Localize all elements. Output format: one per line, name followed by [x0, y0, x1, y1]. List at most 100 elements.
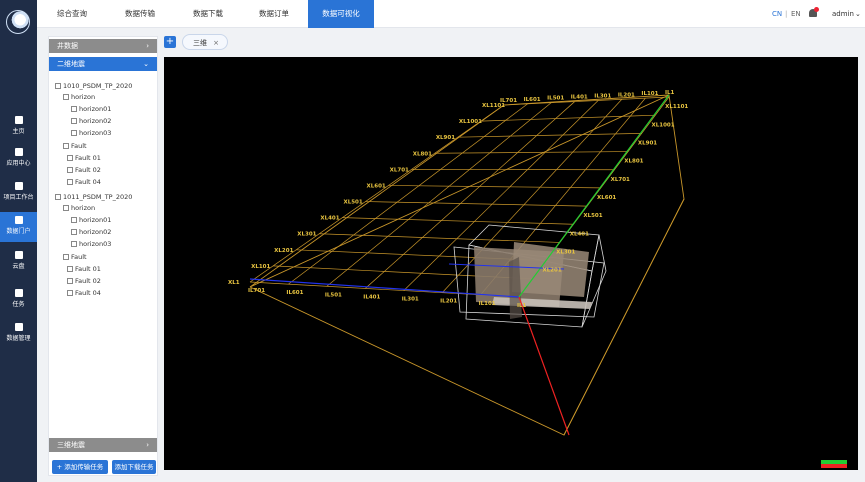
- rail-label: 项目工作台: [3, 194, 34, 201]
- rail-item-data-management[interactable]: 数据管理: [0, 319, 37, 349]
- checkbox[interactable]: [71, 241, 77, 247]
- z-axis-line: [518, 296, 570, 436]
- user-name[interactable]: admin: [832, 0, 854, 28]
- lang-en[interactable]: EN: [791, 0, 801, 28]
- tree-label: horizon: [71, 93, 96, 101]
- well-data-header[interactable]: 井数据 ›: [49, 39, 157, 53]
- axis-tick-label: XL1: [228, 280, 240, 286]
- tree-label: horizon02: [79, 117, 112, 125]
- rail-label: 主页: [12, 128, 25, 135]
- tree-label: 1011_PSDM_TP_2020: [63, 193, 133, 201]
- tree-label: Fault 01: [75, 265, 101, 273]
- axis-tick-label: XL201: [274, 248, 293, 254]
- axis-tick-label: IL101: [479, 301, 496, 307]
- tab-download[interactable]: 数据下载: [173, 0, 243, 28]
- tree-label: horizon01: [79, 216, 112, 224]
- lang-cn[interactable]: CN: [772, 0, 782, 28]
- tab-transfer[interactable]: 数据传输: [105, 0, 175, 28]
- tree-item[interactable]: horizon02: [71, 115, 111, 127]
- checkbox[interactable]: [67, 155, 73, 161]
- axis-tick-label: XL901: [436, 135, 455, 141]
- checkbox[interactable]: [71, 217, 77, 223]
- axis-tick-label: IL601: [524, 97, 541, 103]
- rail-item-home[interactable]: 主页: [0, 112, 37, 142]
- tree-item[interactable]: horizon03: [71, 238, 111, 250]
- tree-item[interactable]: horizon: [63, 202, 95, 214]
- axis-tick-label: IL1: [665, 90, 675, 96]
- tree-label: Fault: [71, 142, 87, 150]
- tree-item[interactable]: horizon01: [71, 214, 111, 226]
- axis-tick-label: IL301: [594, 93, 611, 99]
- rail-item-cloud-disk[interactable]: 云盘: [0, 247, 37, 277]
- add-transfer-task-button[interactable]: + 添加传输任务: [52, 460, 108, 474]
- checkbox[interactable]: [67, 290, 73, 296]
- rail-item-tasks[interactable]: 任务: [0, 285, 37, 315]
- tree-item[interactable]: Fault 02: [67, 275, 101, 287]
- checkbox[interactable]: [63, 205, 69, 211]
- axis-tick-label: XL701: [390, 167, 409, 173]
- tab-query[interactable]: 综合查询: [37, 0, 107, 28]
- rail-item-data-portal[interactable]: 数据门户: [0, 212, 37, 242]
- axis-tick-label: IL401: [571, 95, 588, 101]
- axis-tick-label: XL301: [297, 232, 316, 238]
- header-label: 井数据: [57, 42, 78, 50]
- tree-label: Fault 02: [75, 277, 101, 285]
- tree-item[interactable]: horizon: [63, 91, 95, 103]
- checkbox[interactable]: [63, 94, 69, 100]
- tree-item[interactable]: Fault 01: [67, 263, 101, 275]
- tree-item[interactable]: Fault: [63, 251, 87, 263]
- tree-label: Fault 04: [75, 289, 101, 297]
- tree-label: horizon01: [79, 105, 112, 113]
- axis-tick-label: XL1001: [459, 119, 482, 125]
- tree-label: horizon03: [79, 240, 112, 248]
- checkbox[interactable]: [55, 194, 61, 200]
- tree-item[interactable]: Fault 02: [67, 164, 101, 176]
- tree-label: Fault: [71, 253, 87, 261]
- tree-item[interactable]: Fault: [63, 140, 87, 152]
- tree-item[interactable]: horizon01: [71, 103, 111, 115]
- seismic-2d-header[interactable]: 二维地震 ⌄: [49, 57, 157, 71]
- axis-tick-label: XL901: [638, 140, 657, 146]
- chevron-down-icon[interactable]: ⌄: [855, 0, 861, 28]
- tree-item[interactable]: horizon02: [71, 226, 111, 238]
- tab-3d-view[interactable]: 三维 ×: [182, 34, 228, 50]
- tab-label: 三维: [193, 39, 207, 47]
- checkbox[interactable]: [67, 179, 73, 185]
- apps-icon: [14, 148, 23, 156]
- axis-tick-label: IL501: [325, 292, 342, 298]
- tab-visualization[interactable]: 数据可视化: [308, 0, 374, 28]
- checkbox[interactable]: [55, 83, 61, 89]
- checkbox[interactable]: [63, 143, 69, 149]
- checkbox[interactable]: [71, 106, 77, 112]
- checkbox[interactable]: [67, 278, 73, 284]
- tab-orders[interactable]: 数据订单: [239, 0, 309, 28]
- seismic-3d-header[interactable]: 三维地震 ›: [49, 438, 157, 452]
- checkbox[interactable]: [67, 266, 73, 272]
- lang-separator: |: [785, 10, 788, 18]
- checkbox[interactable]: [71, 130, 77, 136]
- seismic-3d-viewer[interactable]: IL1 IL101 IL201 IL301 IL401 IL501 IL601 IL701 XL…: [164, 57, 858, 470]
- add-view-button[interactable]: +: [164, 36, 176, 48]
- tree-label: Fault 01: [75, 154, 101, 162]
- tree-item[interactable]: Fault 04: [67, 176, 101, 188]
- tree-item[interactable]: horizon03: [71, 127, 111, 139]
- tree-item[interactable]: Fault 04: [67, 287, 101, 299]
- chevron-down-icon: ⌄: [143, 60, 149, 68]
- checkbox[interactable]: [71, 118, 77, 124]
- axis-tick-label: IL601: [286, 290, 303, 296]
- task-icon: [14, 289, 23, 297]
- tree-item[interactable]: Fault 01: [67, 152, 101, 164]
- data-tree-panel: 井数据 › 二维地震 ⌄ 1010_PSDM_TP_2020 horizon hor…: [48, 36, 158, 476]
- checkbox[interactable]: [67, 167, 73, 173]
- checkbox[interactable]: [63, 254, 69, 260]
- axis-tick-label: XL501: [583, 213, 602, 219]
- axis-tick-label: XL1001: [652, 122, 675, 128]
- checkbox[interactable]: [71, 229, 77, 235]
- close-icon[interactable]: ×: [213, 35, 219, 51]
- rail-item-app-center[interactable]: 应用中心: [0, 144, 37, 174]
- axis-tick-label: XL601: [597, 195, 616, 201]
- axis-tick-label: XL701: [611, 177, 630, 183]
- rail-item-workbench[interactable]: 项目工作台: [0, 178, 37, 208]
- axis-tick-label: XL301: [556, 250, 575, 256]
- add-download-task-button[interactable]: 添加下载任务: [112, 460, 156, 474]
